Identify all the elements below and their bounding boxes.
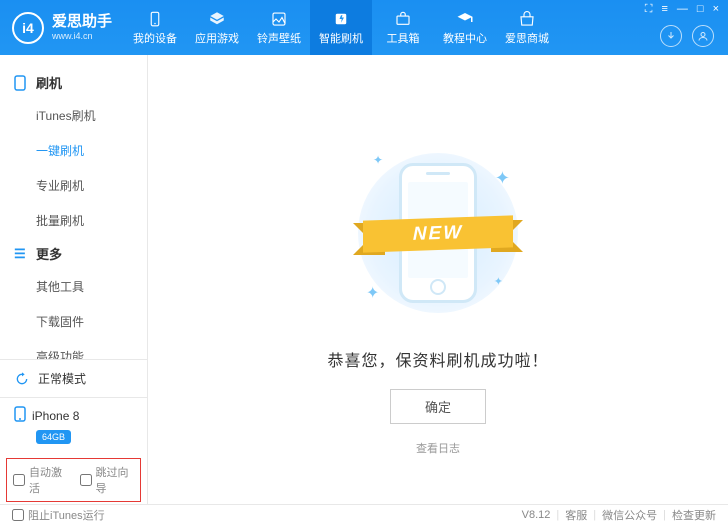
download-icon[interactable] — [660, 25, 682, 47]
menu-icon: ☰ — [14, 246, 28, 262]
stop-itunes-checkbox[interactable]: 阻止iTunes运行 — [12, 507, 105, 523]
tab-my-device[interactable]: 我的设备 — [124, 0, 186, 55]
app-url: www.i4.cn — [52, 31, 112, 41]
success-message: 恭喜您，保资料刷机成功啦！ — [327, 347, 548, 371]
auto-activate-checkbox[interactable]: 自动激活 — [13, 464, 68, 496]
cart-icon[interactable]: ⛶ — [642, 3, 656, 16]
sidebar-section-more[interactable]: ☰ 更多 — [0, 238, 147, 269]
sync-icon — [14, 371, 30, 387]
sidebar-item-oneclick-flash[interactable]: 一键刷机 — [0, 133, 147, 168]
flash-icon — [332, 10, 350, 28]
close-button[interactable]: × — [710, 3, 722, 16]
phone-icon — [14, 406, 26, 425]
maximize-button[interactable]: □ — [694, 3, 707, 16]
version-label: V8.12 — [522, 509, 551, 521]
tab-apps-games[interactable]: 应用游戏 — [186, 0, 248, 55]
sidebar-item-batch-flash[interactable]: 批量刷机 — [0, 203, 147, 238]
options-highlight-box: 自动激活 跳过向导 — [6, 458, 141, 502]
logo-badge-icon: i4 — [12, 12, 44, 44]
mall-icon — [518, 10, 536, 28]
apps-icon — [208, 10, 226, 28]
sidebar-item-itunes-flash[interactable]: iTunes刷机 — [0, 98, 147, 133]
sidebar-item-other-tools[interactable]: 其他工具 — [0, 269, 147, 304]
footer-link-wechat[interactable]: 微信公众号 — [602, 507, 657, 523]
tab-smart-flash[interactable]: 智能刷机 — [310, 0, 372, 55]
device-name: iPhone 8 — [32, 409, 79, 423]
tab-mall[interactable]: 爱思商城 — [496, 0, 558, 55]
success-illustration: ✦ ✦ ✦ ✦ NEW — [348, 143, 528, 323]
tab-tutorials[interactable]: 教程中心 — [434, 0, 496, 55]
footer-link-update[interactable]: 检查更新 — [672, 507, 716, 523]
user-icon[interactable] — [692, 25, 714, 47]
new-ribbon: NEW — [363, 218, 513, 260]
main-nav-tabs: 我的设备 应用游戏 铃声壁纸 智能刷机 工具箱 教程中心 爱思商城 — [124, 0, 728, 55]
minimize-button[interactable]: — — [674, 3, 691, 16]
sidebar-section-flash[interactable]: 刷机 — [0, 67, 147, 98]
ok-button[interactable]: 确定 — [390, 389, 486, 424]
phone-outline-icon — [14, 75, 28, 91]
wallpaper-icon — [270, 10, 288, 28]
status-bar: 阻止iTunes运行 V8.12 | 客服 | 微信公众号 | 检查更新 — [0, 504, 728, 524]
main-content: ✦ ✦ ✦ ✦ NEW 恭喜您，保资料刷机成功啦！ 确定 查看日志 — [148, 55, 728, 504]
storage-badge: 64GB — [36, 430, 71, 444]
app-logo: i4 爱思助手 www.i4.cn — [0, 12, 124, 44]
tab-toolbox[interactable]: 工具箱 — [372, 0, 434, 55]
tutorial-icon — [456, 10, 474, 28]
toolbox-icon — [394, 10, 412, 28]
footer-link-support[interactable]: 客服 — [565, 507, 587, 523]
device-icon — [146, 10, 164, 28]
mode-selector[interactable]: 正常模式 — [0, 360, 147, 398]
sidebar: 刷机 iTunes刷机 一键刷机 专业刷机 批量刷机 ☰ 更多 其他工具 下载固… — [0, 55, 148, 504]
sidebar-item-advanced[interactable]: 高级功能 — [0, 339, 147, 359]
sidebar-item-pro-flash[interactable]: 专业刷机 — [0, 168, 147, 203]
view-log-link[interactable]: 查看日志 — [416, 440, 460, 456]
skip-wizard-checkbox[interactable]: 跳过向导 — [80, 464, 135, 496]
device-info[interactable]: iPhone 8 64GB — [0, 398, 147, 452]
tab-ringtones-wallpaper[interactable]: 铃声壁纸 — [248, 0, 310, 55]
app-title: 爱思助手 — [52, 14, 112, 31]
settings-icon[interactable]: ≡ — [658, 3, 670, 16]
sidebar-item-download-firmware[interactable]: 下载固件 — [0, 304, 147, 339]
